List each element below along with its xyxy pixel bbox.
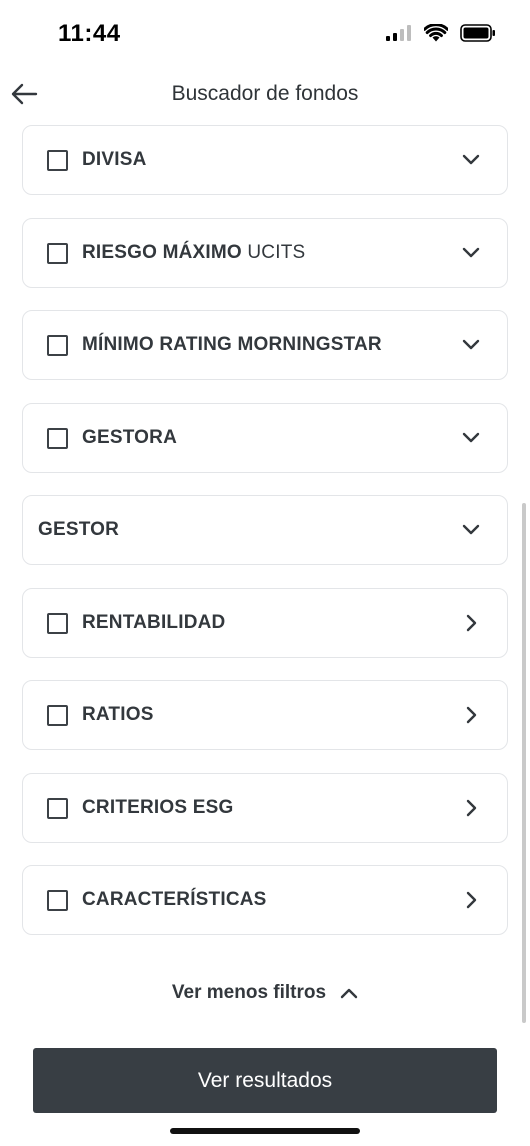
filter-checkbox[interactable]: [47, 890, 68, 911]
toggle-label: Ver menos filtros: [171, 982, 327, 1003]
show-fewer-filters-toggle[interactable]: Ver menos filtros: [0, 978, 530, 1008]
page-title: Buscador de fondos: [171, 82, 359, 105]
filter-label: RATIOS: [82, 681, 154, 748]
filter-label-suffix: UCITS: [241, 241, 306, 263]
filter-label-text: RENTABILIDAD: [82, 611, 226, 633]
filter-label-text: CRITERIOS ESG: [82, 796, 234, 818]
wifi-icon: [424, 24, 448, 42]
home-indicator: [170, 1128, 360, 1134]
filter-card-divisa[interactable]: DIVISA: [22, 125, 508, 195]
chevron-right-icon: [461, 705, 481, 725]
chevron-up-icon: [340, 988, 358, 999]
filter-label: DIVISA: [82, 126, 147, 193]
view-results-button[interactable]: Ver resultados: [33, 1048, 497, 1113]
filter-card-criterios-esg[interactable]: CRITERIOS ESG: [22, 772, 508, 843]
filter-checkbox[interactable]: [47, 797, 68, 819]
filter-label-text: DIVISA: [82, 149, 147, 170]
filter-label: GESTORA: [82, 404, 177, 471]
filter-card-mínimo-rating-morningstar[interactable]: MÍNIMO RATING MORNINGSTAR: [22, 310, 508, 380]
filter-checkbox[interactable]: [47, 705, 68, 726]
filter-label-text: GESTOR: [38, 519, 120, 540]
filter-label: MÍNIMO RATING MORNINGSTAR: [82, 311, 382, 378]
chevron-right-icon: [461, 798, 481, 818]
status-bar: 11:44: [0, 0, 530, 70]
status-icons: [386, 24, 496, 42]
filter-label-text: MÍNIMO RATING MORNINGSTAR: [82, 334, 382, 355]
chevron-down-icon: [461, 150, 481, 170]
filter-card-ratios[interactable]: RATIOS: [22, 680, 508, 750]
filter-checkbox[interactable]: [47, 150, 68, 171]
filter-label: RIESGO MÁXIMO UCITS: [82, 219, 305, 286]
chevron-down-icon: [461, 335, 481, 355]
filter-label-text: RIESGO MÁXIMO: [82, 241, 242, 263]
chevron-right-icon: [461, 890, 481, 910]
filter-list: DIVISA RIESGO MÁXIMO UCITS MÍNIMO RATING M…: [22, 125, 508, 958]
scrollbar[interactable]: [522, 503, 526, 1023]
chevron-down-icon: [461, 428, 481, 448]
filter-card-rentabilidad[interactable]: RENTABILIDAD: [22, 587, 508, 658]
filter-checkbox[interactable]: [47, 427, 68, 449]
filter-label-text: RATIOS: [82, 704, 154, 725]
filter-label: CRITERIOS ESG: [82, 774, 233, 841]
filter-label: CARACTERÍSTICAS: [82, 866, 267, 933]
filter-label: RENTABILIDAD: [82, 589, 225, 656]
battery-icon: [460, 24, 495, 42]
filter-label: GESTOR: [38, 496, 119, 563]
filter-card-gestora[interactable]: GESTORA: [22, 402, 508, 473]
chevron-down-icon: [461, 520, 481, 540]
nav-bar: Buscador de fondos: [0, 70, 530, 120]
chevron-right-icon: [461, 613, 481, 633]
status-time: 11:44: [58, 20, 121, 47]
filter-card-riesgo-máximo[interactable]: RIESGO MÁXIMO UCITS: [22, 217, 508, 288]
chevron-down-icon: [461, 243, 481, 263]
filter-card-gestor[interactable]: GESTOR: [22, 495, 508, 565]
cellular-signal-icon: [386, 25, 411, 41]
filter-checkbox[interactable]: [47, 612, 68, 634]
filter-label-text: GESTORA: [82, 426, 178, 448]
filter-label-text: CARACTERÍSTICAS: [82, 889, 267, 910]
filter-checkbox[interactable]: [47, 335, 68, 356]
filter-card-características[interactable]: CARACTERÍSTICAS: [22, 865, 508, 935]
filter-checkbox[interactable]: [47, 242, 68, 264]
